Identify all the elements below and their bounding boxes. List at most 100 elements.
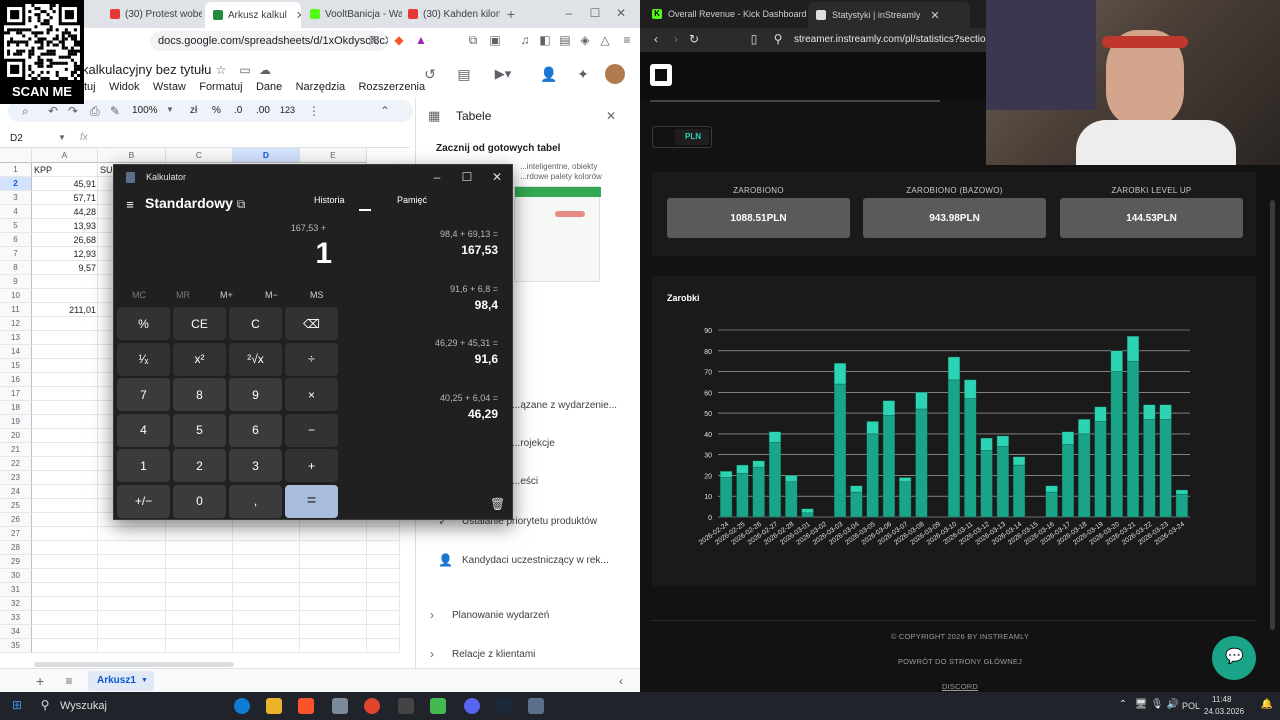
cell[interactable] bbox=[32, 527, 98, 541]
row-header-33[interactable]: 33 bbox=[0, 611, 32, 625]
cell[interactable] bbox=[32, 443, 98, 457]
percent-button[interactable]: % bbox=[117, 307, 170, 340]
cell[interactable] bbox=[32, 639, 98, 653]
decimal-button[interactable]: , bbox=[229, 484, 282, 518]
chevron-left-icon[interactable]: ‹ bbox=[614, 674, 628, 688]
cell[interactable] bbox=[98, 625, 166, 639]
section-event-planning[interactable]: Planowanie wydarzeń bbox=[452, 610, 549, 621]
row-header-13[interactable]: 13 bbox=[0, 331, 32, 345]
cell[interactable] bbox=[32, 415, 98, 429]
row-header-31[interactable]: 31 bbox=[0, 583, 32, 597]
template-item-content[interactable]: ...eści bbox=[512, 476, 538, 487]
menu-icon[interactable]: ≡ bbox=[620, 33, 634, 47]
paint-format-icon[interactable]: ✎ bbox=[110, 104, 120, 118]
multiply-button[interactable]: × bbox=[285, 378, 338, 411]
memory-recall-button[interactable]: MR bbox=[176, 290, 190, 300]
template-preview[interactable] bbox=[514, 186, 601, 282]
tab-youtube-kahden[interactable]: (30) Kahden kilon bbox=[408, 4, 500, 24]
row-header-23[interactable]: 23 bbox=[0, 471, 32, 485]
history-entry[interactable]: 40,25 + 6,04 = 46,29 bbox=[440, 393, 498, 421]
extensions-icon[interactable]: ⧉ bbox=[466, 33, 480, 48]
share-icon[interactable]: ⇱ bbox=[368, 34, 380, 48]
app-icon[interactable] bbox=[332, 698, 348, 714]
format-currency[interactable]: zł bbox=[190, 105, 197, 116]
menu-insert[interactable]: Wstaw bbox=[153, 81, 186, 93]
cell[interactable] bbox=[367, 541, 400, 555]
digit-3-button[interactable]: 3 bbox=[229, 449, 282, 482]
memory-add-button[interactable]: M+ bbox=[220, 290, 233, 300]
cell[interactable] bbox=[166, 555, 233, 569]
row-header-25[interactable]: 25 bbox=[0, 499, 32, 513]
move-folder-icon[interactable]: ▭ bbox=[238, 63, 252, 77]
increase-decimal[interactable]: .00 bbox=[256, 105, 270, 116]
site-info-icon[interactable]: ⚲ bbox=[772, 32, 784, 46]
decrease-decimal[interactable]: .0 bbox=[234, 105, 242, 116]
url-field[interactable]: docs.google.com/spreadsheets/d/1xOkdyscl… bbox=[150, 31, 388, 51]
meet-icon[interactable]: ▶▾ bbox=[492, 66, 514, 82]
row-header-27[interactable]: 27 bbox=[0, 527, 32, 541]
chevron-up-icon[interactable]: ⌃ bbox=[1116, 699, 1130, 710]
digit-4-button[interactable]: 4 bbox=[117, 413, 170, 447]
cell[interactable] bbox=[32, 457, 98, 471]
row-header-3[interactable]: 3 bbox=[0, 191, 32, 205]
tab-spreadsheet[interactable]: Arkusz kalkul ✕ bbox=[205, 2, 301, 28]
add-sheet-button[interactable]: + bbox=[36, 673, 44, 689]
trash-icon[interactable]: 🗑 bbox=[490, 497, 505, 511]
row-header-24[interactable]: 24 bbox=[0, 485, 32, 499]
cell[interactable] bbox=[300, 597, 367, 611]
cell-a3[interactable]: 57,71 bbox=[32, 191, 96, 205]
tab-memory[interactable]: Pamięć bbox=[397, 195, 427, 205]
row-header-29[interactable]: 29 bbox=[0, 555, 32, 569]
digit-6-button[interactable]: 6 bbox=[229, 413, 282, 447]
cell[interactable] bbox=[32, 471, 98, 485]
cell[interactable] bbox=[32, 485, 98, 499]
cell-a1[interactable]: KPP bbox=[34, 163, 52, 177]
avatar[interactable] bbox=[605, 64, 625, 84]
row-header-2[interactable]: 2 bbox=[0, 177, 32, 191]
cell[interactable] bbox=[300, 555, 367, 569]
obs-icon[interactable] bbox=[398, 698, 414, 714]
memory-subtract-button[interactable]: M− bbox=[265, 290, 278, 300]
cell[interactable] bbox=[300, 639, 367, 653]
row-header-18[interactable]: 18 bbox=[0, 401, 32, 415]
row-header-35[interactable]: 35 bbox=[0, 639, 32, 653]
earnings-bar-chart[interactable]: 01020304050607080902026-02-242026-02-252… bbox=[652, 276, 1256, 586]
row-header-15[interactable]: 15 bbox=[0, 359, 32, 373]
keep-on-top-icon[interactable]: ⧉ bbox=[234, 197, 248, 212]
cell-a11[interactable]: 211,01 bbox=[32, 303, 96, 317]
cell[interactable] bbox=[166, 583, 233, 597]
bookmark-icon[interactable]: ▯ bbox=[748, 32, 760, 46]
windows-start-icon[interactable]: ⊞ bbox=[10, 698, 24, 712]
cell[interactable] bbox=[166, 639, 233, 653]
qr-code-overlay[interactable]: SCAN ME bbox=[0, 0, 84, 104]
cell[interactable] bbox=[98, 583, 166, 597]
close-window-icon[interactable]: ✕ bbox=[614, 6, 628, 20]
clock-time[interactable]: 11:48 bbox=[1212, 695, 1231, 704]
cell[interactable] bbox=[300, 527, 367, 541]
column-header-c[interactable]: C bbox=[166, 148, 233, 163]
format-percent[interactable]: % bbox=[212, 105, 221, 116]
row-header-4[interactable]: 4 bbox=[0, 205, 32, 219]
calculator-taskbar-icon[interactable] bbox=[528, 698, 544, 714]
row-header-17[interactable]: 17 bbox=[0, 387, 32, 401]
cell-a6[interactable]: 26,68 bbox=[32, 233, 96, 247]
document-title[interactable]: kalkulacyjny bez tytułu bbox=[82, 62, 211, 77]
row-header-1[interactable]: 1 bbox=[0, 163, 32, 177]
row-header-11[interactable]: 11 bbox=[0, 303, 32, 317]
history-entry[interactable]: 46,29 + 45,31 = 91,6 bbox=[435, 338, 498, 366]
square-root-button[interactable]: ²√x bbox=[229, 342, 282, 376]
digit-1-button[interactable]: 1 bbox=[117, 449, 170, 482]
subtract-button[interactable]: − bbox=[285, 413, 338, 447]
tab-instreamly-stats[interactable]: Statystyki | inStreamly ✕ bbox=[808, 2, 970, 28]
hamburger-menu-icon[interactable]: ≡ bbox=[122, 197, 138, 212]
row-header-32[interactable]: 32 bbox=[0, 597, 32, 611]
cell[interactable] bbox=[367, 625, 400, 639]
cell[interactable] bbox=[98, 555, 166, 569]
cell[interactable] bbox=[32, 611, 98, 625]
wallet-icon[interactable]: ▤ bbox=[558, 33, 572, 47]
divide-button[interactable]: ÷ bbox=[285, 342, 338, 376]
column-header-d[interactable]: D bbox=[233, 148, 300, 163]
cell[interactable] bbox=[98, 569, 166, 583]
menu-file[interactable]: tuj bbox=[84, 81, 96, 93]
edge-icon[interactable] bbox=[234, 698, 250, 714]
